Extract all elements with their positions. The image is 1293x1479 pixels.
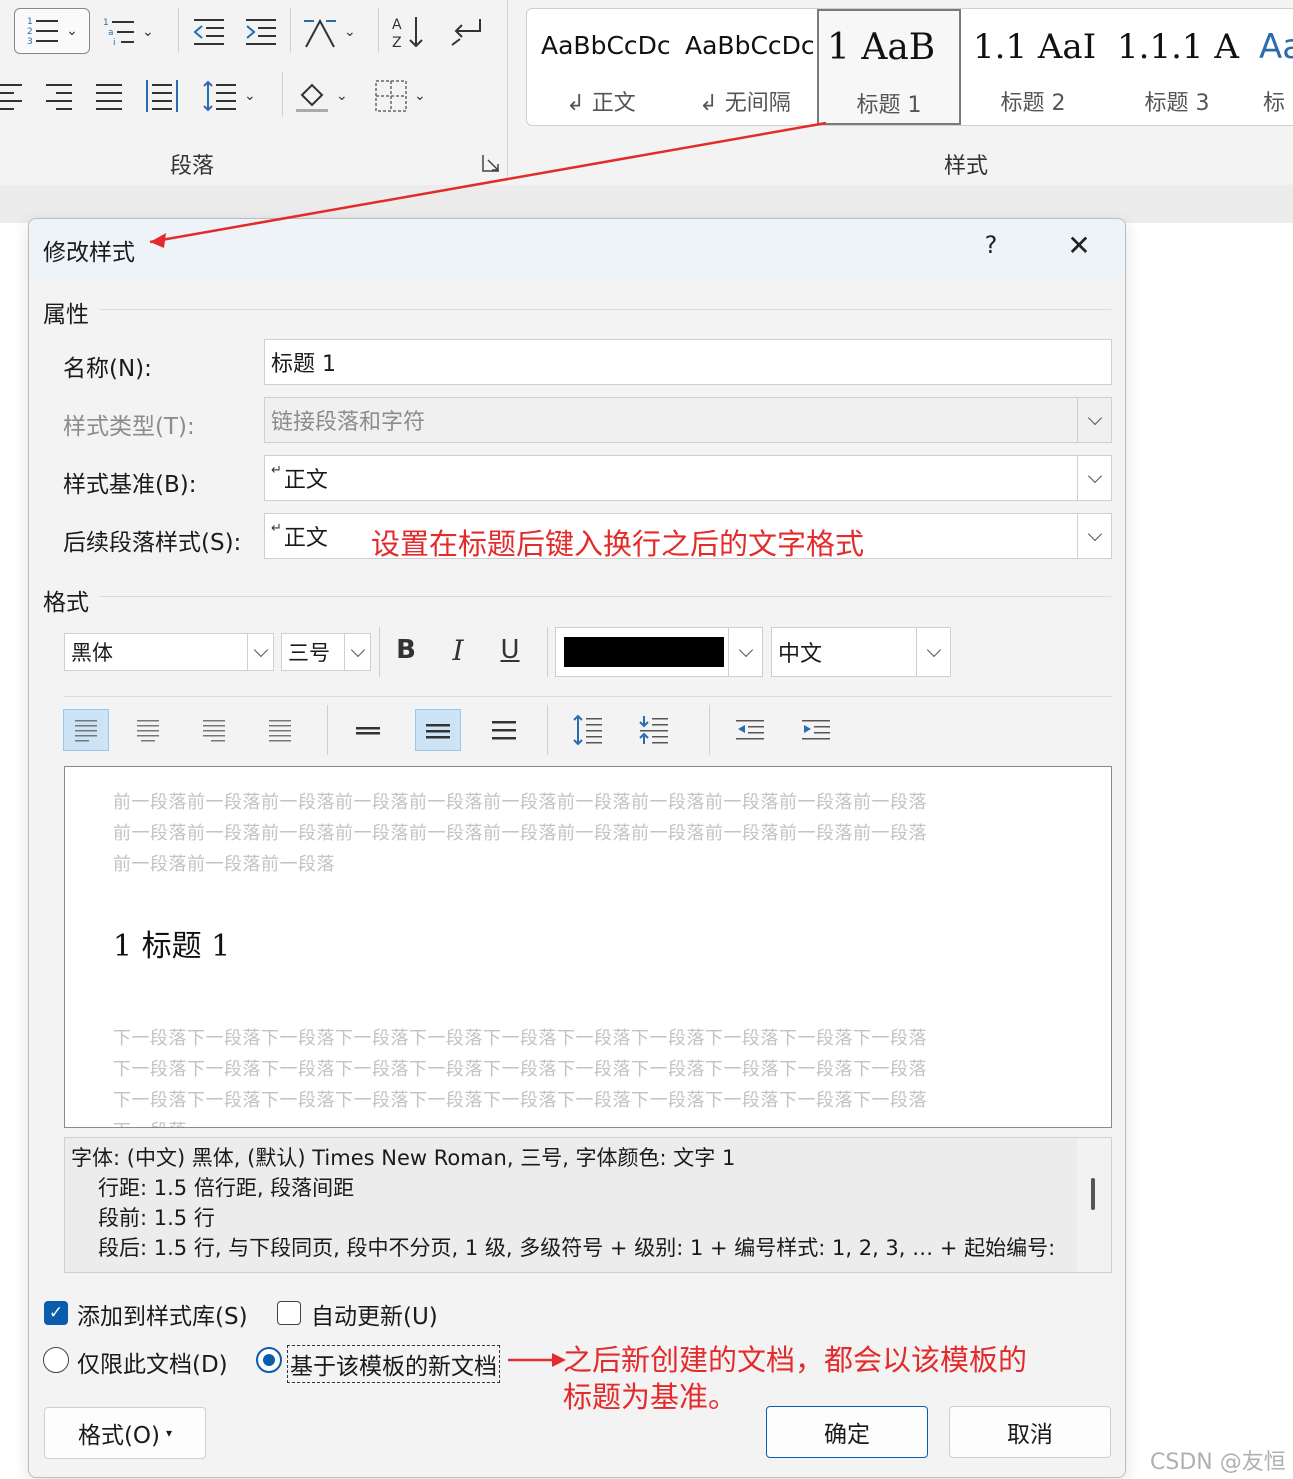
arrow-heading-to-dialog: [149, 121, 827, 244]
arrowhead-icon: [552, 1353, 566, 1367]
annotation-arrows: [149, 121, 827, 1367]
watermark: CSDN @友恒: [1150, 1450, 1286, 1475]
